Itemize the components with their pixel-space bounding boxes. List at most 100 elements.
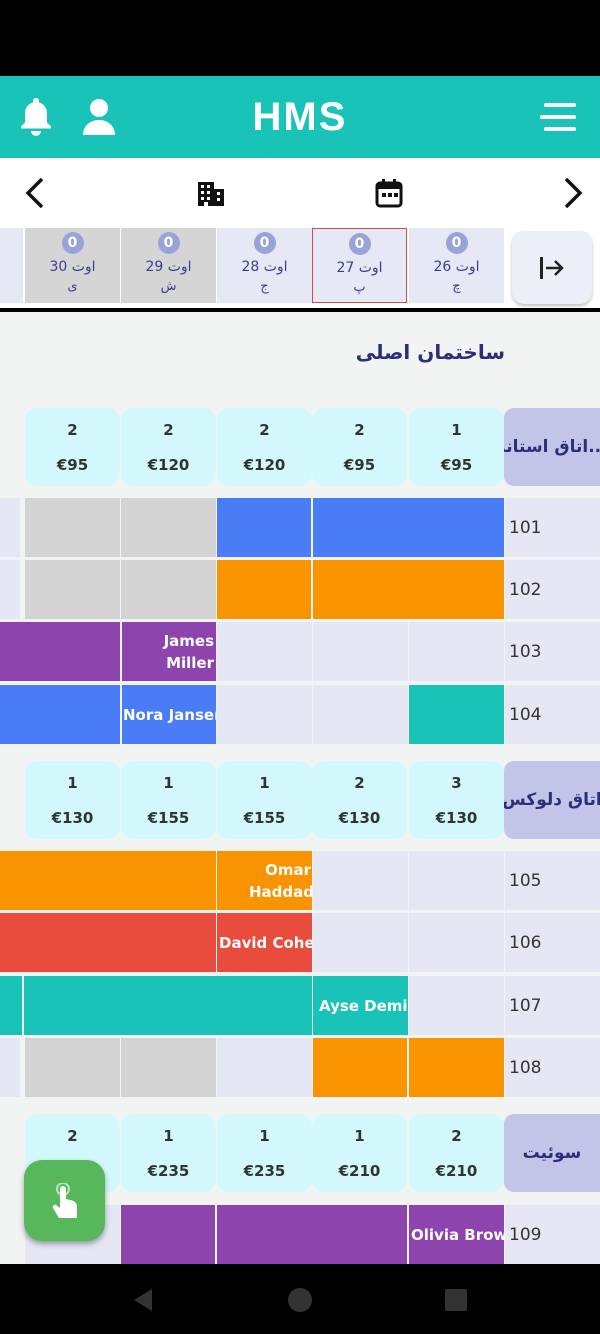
grid-cell[interactable] [313,622,408,681]
booking-block[interactable] [217,560,311,619]
building-title: ساختمان اصلی [355,340,505,364]
booking-block[interactable] [0,851,216,910]
grid-cell[interactable] [313,685,408,744]
booking-block[interactable]: Ayse Demir [313,976,408,1035]
room-type-label[interactable]: اتاق دلوکس [504,761,600,839]
date-label: 27 اوت [336,260,383,276]
availability-cell[interactable]: 1 €95 [409,408,504,486]
booking-block[interactable] [121,1205,215,1264]
date-cell-prev[interactable] [0,228,23,303]
room-number[interactable]: 106 [505,913,600,972]
grid-cell [25,498,120,557]
booking-block[interactable]: Omar Haddad [217,851,312,910]
booking-block[interactable] [313,1038,407,1097]
date-cell[interactable]: 0 28 اوت ج [217,228,312,303]
room-type-row: 2€95 2€120 2€120 2€95 1€95 اتاق استاند..… [0,408,600,486]
room-type-label[interactable]: سوئیت [504,1114,600,1192]
availability-cell[interactable]: 1 €210 [312,1114,407,1192]
room-type-row: 1 €130 1 €155 1 €155 2 €130 3 €130 اتاق دلوکس [0,761,600,839]
chevron-left-icon[interactable] [22,176,48,210]
weekday-label: پ [353,280,366,295]
date-cell[interactable]: 0 26 اوت چ [409,228,504,303]
recents-icon[interactable] [445,1289,467,1311]
chevron-right-icon[interactable] [560,176,586,210]
booking-block[interactable] [0,622,120,681]
grid-cell [25,560,120,619]
booking-block[interactable] [313,560,504,619]
booking-block[interactable] [409,685,504,744]
date-header-row: 0 30 اوت ی 0 29 اوت ش 0 28 اوت ج 0 27 او… [0,228,600,308]
building-icon[interactable] [196,178,226,208]
availability-cell[interactable]: 1 €235 [121,1114,216,1192]
weekday-label: ش [160,279,177,294]
grid-cell[interactable] [313,851,408,910]
date-cell-today[interactable]: 0 27 اوت پ [312,228,407,303]
booking-block[interactable] [24,976,312,1035]
arrow-to-line-icon [540,256,564,279]
date-navigation-bar [0,158,600,228]
back-icon[interactable] [132,1288,154,1312]
guest-name: Ayse Demir [319,996,408,1015]
guest-name: Olivia Brown [411,1225,504,1244]
room-type-label[interactable]: اتاق استاند... [504,408,600,486]
availability-cell[interactable]: 2 €95 [25,408,120,486]
availability-cell[interactable]: 1 €155 [121,761,216,839]
occupancy-badge: 0 [348,233,371,255]
grid-cell [121,498,216,557]
room-number[interactable]: 107 [505,976,600,1035]
occupancy-badge: 0 [157,232,180,254]
availability-cell[interactable]: 1 €155 [217,761,312,839]
availability-cell[interactable]: 2 €120 [217,408,312,486]
app-logo: HMS [252,94,348,139]
home-icon[interactable] [287,1287,313,1313]
date-cell[interactable]: 0 30 اوت ی [25,228,120,303]
booking-block[interactable] [0,976,22,1035]
guest-name: Nora Jansen [123,705,216,724]
room-number[interactable]: 105 [505,851,600,910]
grid-cell[interactable] [409,851,504,910]
grid-cell [0,560,20,619]
room-number[interactable]: 109 [505,1205,600,1264]
menu-icon[interactable] [540,102,578,132]
grid-cell [0,498,20,557]
availability-cell[interactable]: 1 €130 [25,761,120,839]
room-number[interactable]: 108 [505,1038,600,1097]
room-number[interactable]: 101 [505,498,600,557]
booking-block[interactable]: Olivia Brown [409,1205,504,1264]
room-number[interactable]: 103 [505,622,600,681]
occupancy-badge: 0 [445,232,468,254]
booking-block[interactable]: David Cohen [217,913,312,972]
availability-cell[interactable]: 2 €130 [312,761,407,839]
calendar-icon[interactable] [374,178,404,208]
room-number[interactable]: 102 [505,560,600,619]
booking-block[interactable]: James Miller [122,622,216,681]
grid-cell[interactable] [409,976,504,1035]
availability-cell[interactable]: 2 €120 [121,408,216,486]
grid-cell[interactable] [217,622,312,681]
grid-cell [121,560,216,619]
date-label: 28 اوت [241,259,288,275]
grid-cell[interactable] [409,913,504,972]
grid-cell[interactable] [217,685,312,744]
availability-cell[interactable]: 2 €95 [312,408,407,486]
availability-cell[interactable]: 3 €130 [409,761,504,839]
grid-cell[interactable] [313,913,408,972]
booking-block[interactable] [409,1038,504,1097]
grid-cell[interactable] [409,622,504,681]
room-number[interactable]: 104 [505,685,600,744]
date-cell[interactable]: 0 29 اوت ش [121,228,216,303]
touch-mode-fab[interactable] [24,1160,105,1241]
grid-cell[interactable] [217,1038,312,1097]
booking-block[interactable] [0,913,216,972]
booking-block[interactable] [217,1205,407,1264]
booking-block[interactable]: Nora Jansen [122,685,216,744]
collapse-column-button[interactable] [512,231,592,304]
booking-block[interactable] [313,498,504,557]
booking-block[interactable] [0,685,120,744]
availability-cell[interactable]: 2 €210 [409,1114,504,1192]
availability-cell[interactable]: 1 €235 [217,1114,312,1192]
occupancy-badge: 0 [253,232,276,254]
booking-block[interactable] [217,498,311,557]
guest-name: Omar Haddad [249,860,312,901]
guest-name: James Miller [163,631,214,672]
